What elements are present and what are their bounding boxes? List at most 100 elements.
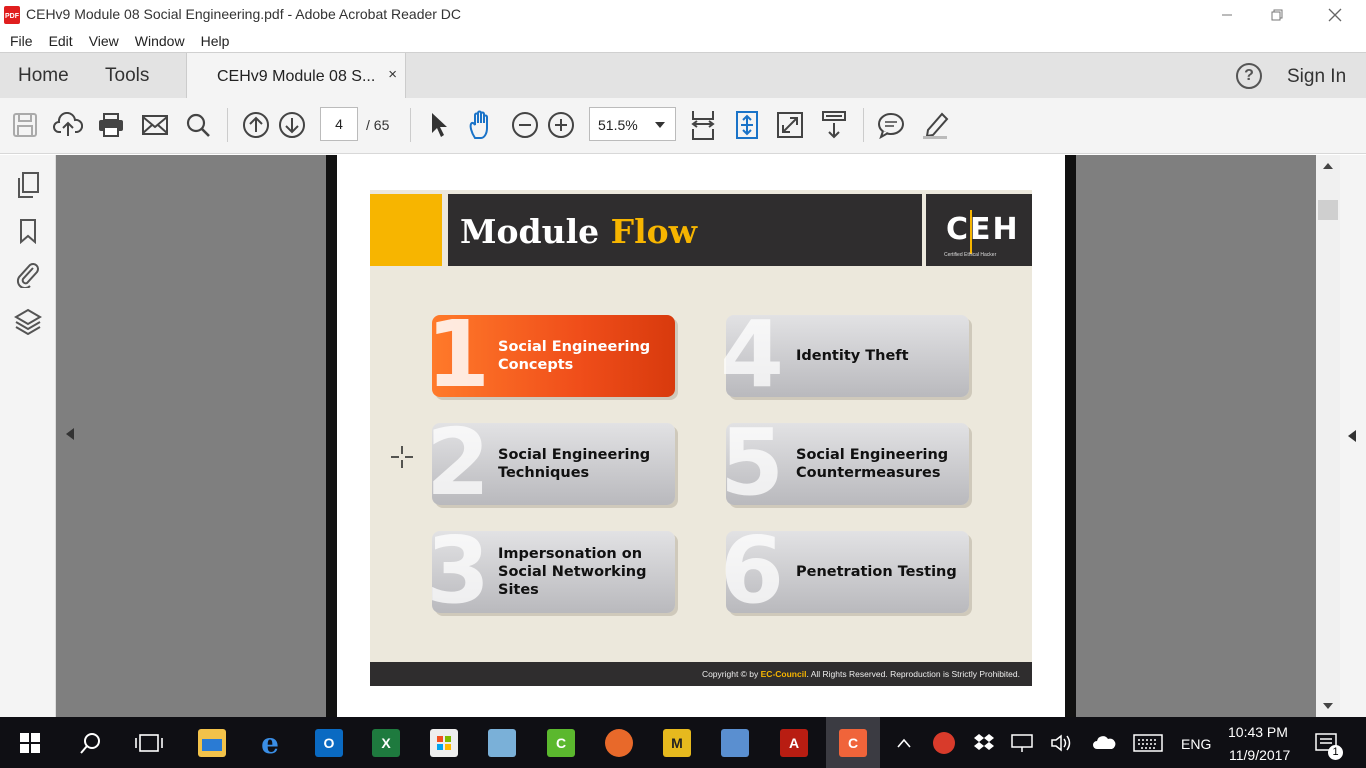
outlook-icon[interactable]: O xyxy=(311,725,347,761)
fit-page-icon[interactable] xyxy=(730,108,764,142)
scrolling-mode-icon[interactable] xyxy=(817,108,851,142)
expand-right-pane-icon[interactable] xyxy=(1348,430,1356,442)
camtasia-recorder-icon[interactable]: C xyxy=(835,725,871,761)
fit-width-icon[interactable] xyxy=(686,108,720,142)
store-icon[interactable] xyxy=(426,725,462,761)
cloud-upload-icon[interactable] xyxy=(51,108,85,142)
close-tab-icon[interactable]: × xyxy=(388,66,397,83)
module-label: Impersonation on Social Networking Sites xyxy=(498,546,647,598)
hand-tool-icon[interactable] xyxy=(464,108,498,142)
ceh-logo-text: CEH xyxy=(946,212,1020,247)
zoom-level-select[interactable]: 51.5% xyxy=(589,107,676,141)
copyright-prefix: Copyright © by xyxy=(701,669,761,679)
save-icon[interactable] xyxy=(8,108,42,142)
scroll-down-icon[interactable] xyxy=(1323,703,1333,709)
vertical-scrollbar[interactable] xyxy=(1316,155,1340,717)
previous-page-icon[interactable] xyxy=(239,108,273,142)
title-bar: PDF CEHv9 Module 08 Social Engineering.p… xyxy=(0,0,1366,30)
tab-home[interactable]: Home xyxy=(18,65,69,87)
excel-icon[interactable]: X xyxy=(368,725,404,761)
volume-icon[interactable] xyxy=(1044,725,1080,761)
show-hidden-icons-icon[interactable] xyxy=(886,725,922,761)
ceh-logo: CEH Certified Ethical Hacker xyxy=(926,194,1032,266)
close-window-button[interactable] xyxy=(1312,0,1358,30)
onedrive-icon[interactable] xyxy=(1086,725,1122,761)
zoom-out-icon[interactable] xyxy=(508,108,542,142)
firefox-icon[interactable] xyxy=(601,725,637,761)
scrollbar-thumb[interactable] xyxy=(1318,200,1338,220)
menu-view[interactable]: View xyxy=(89,33,119,49)
dropbox-icon[interactable] xyxy=(966,725,1002,761)
menu-file[interactable]: File xyxy=(10,33,33,49)
attachments-icon[interactable] xyxy=(14,260,42,288)
minimize-button[interactable] xyxy=(1204,0,1250,30)
clock-time[interactable]: 10:43 PM xyxy=(1228,724,1288,740)
search-icon[interactable] xyxy=(181,108,215,142)
network-icon[interactable] xyxy=(1004,725,1040,761)
edge-browser-icon[interactable]: e xyxy=(252,725,288,761)
module-label: Penetration Testing xyxy=(796,564,957,580)
comment-icon[interactable] xyxy=(874,108,908,142)
menu-help[interactable]: Help xyxy=(201,33,230,49)
crosshair-cursor-icon xyxy=(390,445,414,469)
full-screen-icon[interactable] xyxy=(773,108,807,142)
window-title: CEHv9 Module 08 Social Engineering.pdf -… xyxy=(26,6,462,22)
module-6-card: 6 Penetration Testing xyxy=(720,525,969,617)
collapse-left-pane-icon[interactable] xyxy=(66,428,74,440)
zoom-in-icon[interactable] xyxy=(544,108,578,142)
module-3-card: 3 Impersonation on Social Networking Sit… xyxy=(426,525,675,617)
acrobat-reader-icon[interactable]: A xyxy=(776,725,812,761)
notification-count-badge: 1 xyxy=(1328,745,1343,760)
camtasia-icon[interactable]: C xyxy=(543,725,579,761)
menu-window[interactable]: Window xyxy=(135,33,185,49)
network-tool-icon[interactable] xyxy=(717,725,753,761)
highlight-pen-icon[interactable] xyxy=(918,108,952,142)
input-language[interactable]: ENG xyxy=(1181,736,1211,752)
module-2-card: 2 Social Engineering Techniques xyxy=(426,417,675,509)
gns3-icon[interactable]: M xyxy=(659,725,695,761)
scroll-up-icon[interactable] xyxy=(1323,163,1333,169)
print-icon[interactable] xyxy=(94,108,128,142)
module-label: Identity Theft xyxy=(796,348,909,364)
toolbar: 4 / 65 51.5% xyxy=(0,98,1366,154)
module-number: 6 xyxy=(720,517,785,624)
page-thumbnails-icon[interactable] xyxy=(14,171,42,199)
file-explorer-icon[interactable] xyxy=(194,725,230,761)
tab-tools[interactable]: Tools xyxy=(105,65,149,87)
layers-icon[interactable] xyxy=(14,307,42,335)
pdf-file-icon: PDF xyxy=(4,6,20,24)
email-icon[interactable] xyxy=(138,108,172,142)
document-tab-label: CEHv9 Module 08 S... xyxy=(217,68,376,85)
page-total: / 65 xyxy=(366,117,390,133)
windows-start-icon[interactable] xyxy=(12,725,48,761)
module-label: Social Engineering Techniques xyxy=(498,447,651,481)
restore-button[interactable] xyxy=(1254,0,1300,30)
windows-taskbar: e O X C M A C ENG 10:43 PM 11/9/2017 1 xyxy=(0,717,1366,768)
copyright-brand: EC-Council xyxy=(760,669,807,679)
bookmarks-icon[interactable] xyxy=(14,217,42,245)
slide-accent-block xyxy=(370,194,442,266)
module-number: 3 xyxy=(426,517,491,624)
task-view-icon[interactable] xyxy=(131,725,167,761)
next-page-icon[interactable] xyxy=(275,108,309,142)
page-number-input[interactable]: 4 xyxy=(320,107,358,141)
zoom-level-value: 51.5% xyxy=(598,117,638,133)
help-icon[interactable]: ? xyxy=(1236,63,1262,89)
tab-bar: Home Tools CEHv9 Module 08 S... × ? Sign… xyxy=(0,52,1366,99)
navigation-pane xyxy=(0,155,56,717)
copyright-text: Copyright © by EC-Council. All Rights Re… xyxy=(702,669,1020,679)
virtualbox-icon[interactable] xyxy=(484,725,520,761)
search-taskbar-icon[interactable] xyxy=(73,725,109,761)
tab-document[interactable]: CEHv9 Module 08 S... × xyxy=(186,53,406,99)
toolbar-separator xyxy=(227,108,228,142)
select-pointer-icon[interactable] xyxy=(421,108,455,142)
module-number: 5 xyxy=(720,409,785,516)
module-label: Social Engineering Countermeasures xyxy=(796,447,949,481)
toolbar-separator xyxy=(410,108,411,142)
heartbeat-tray-icon[interactable] xyxy=(926,725,962,761)
keyboard-icon[interactable] xyxy=(1130,725,1166,761)
clock-date[interactable]: 11/9/2017 xyxy=(1229,747,1290,763)
toolbar-separator xyxy=(863,108,864,142)
menu-edit[interactable]: Edit xyxy=(49,33,73,49)
sign-in-button[interactable]: Sign In xyxy=(1287,66,1346,88)
